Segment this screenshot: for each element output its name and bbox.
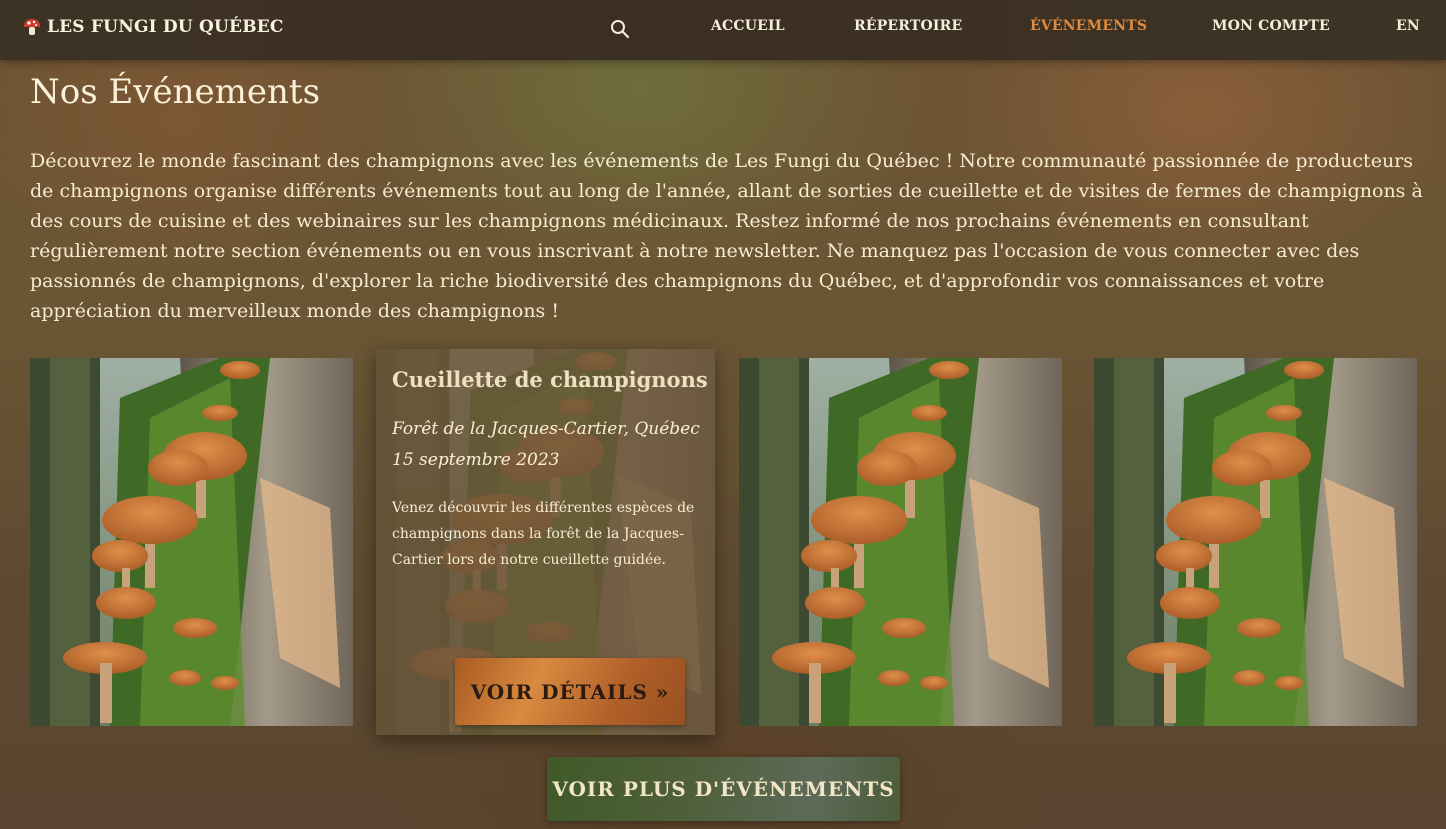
event-card-image[interactable] — [30, 358, 353, 726]
brand-name: LES FUNGI DU QUÉBEC — [47, 17, 284, 37]
event-date: 15 septembre 2023 — [392, 450, 560, 470]
event-card-image[interactable] — [739, 358, 1062, 726]
brand-logo[interactable]: LES FUNGI DU QUÉBEC — [22, 17, 284, 37]
nav-link-mon-compte[interactable]: MON COMPTE — [1212, 18, 1330, 34]
event-description: Venez découvrir les différentes espèces … — [392, 500, 695, 568]
language-switch-en[interactable]: EN — [1396, 18, 1420, 34]
nav-link-evenements[interactable]: ÉVÉNEMENTS — [1030, 18, 1147, 34]
view-details-button[interactable]: VOIR DÉTAILS » — [455, 658, 685, 725]
mushroom-photo — [30, 358, 353, 726]
more-events-button[interactable]: VOIR PLUS D'ÉVÉNEMENTS — [547, 757, 900, 821]
event-location: Forêt de la Jacques-Cartier, Québec — [392, 419, 700, 439]
mushroom-photo — [739, 358, 1062, 726]
nav-link-repertoire[interactable]: RÉPERTOIRE — [854, 18, 962, 34]
page-title: Nos Événements — [30, 72, 321, 112]
top-navbar: LES FUNGI DU QUÉBEC ACCUEIL RÉPERTOIRE É… — [0, 0, 1446, 60]
event-title: Cueillette de champignons — [392, 367, 708, 392]
event-card-image[interactable] — [1094, 358, 1417, 726]
search-icon[interactable] — [608, 17, 632, 41]
nav-link-accueil[interactable]: ACCUEIL — [711, 18, 785, 34]
mushroom-photo — [1094, 358, 1417, 726]
mushroom-icon — [22, 17, 42, 37]
event-card-active[interactable]: Cueillette de champignons Forêt de la Ja… — [376, 349, 715, 735]
intro-paragraph: Découvrez le monde fascinant des champig… — [30, 150, 1423, 322]
